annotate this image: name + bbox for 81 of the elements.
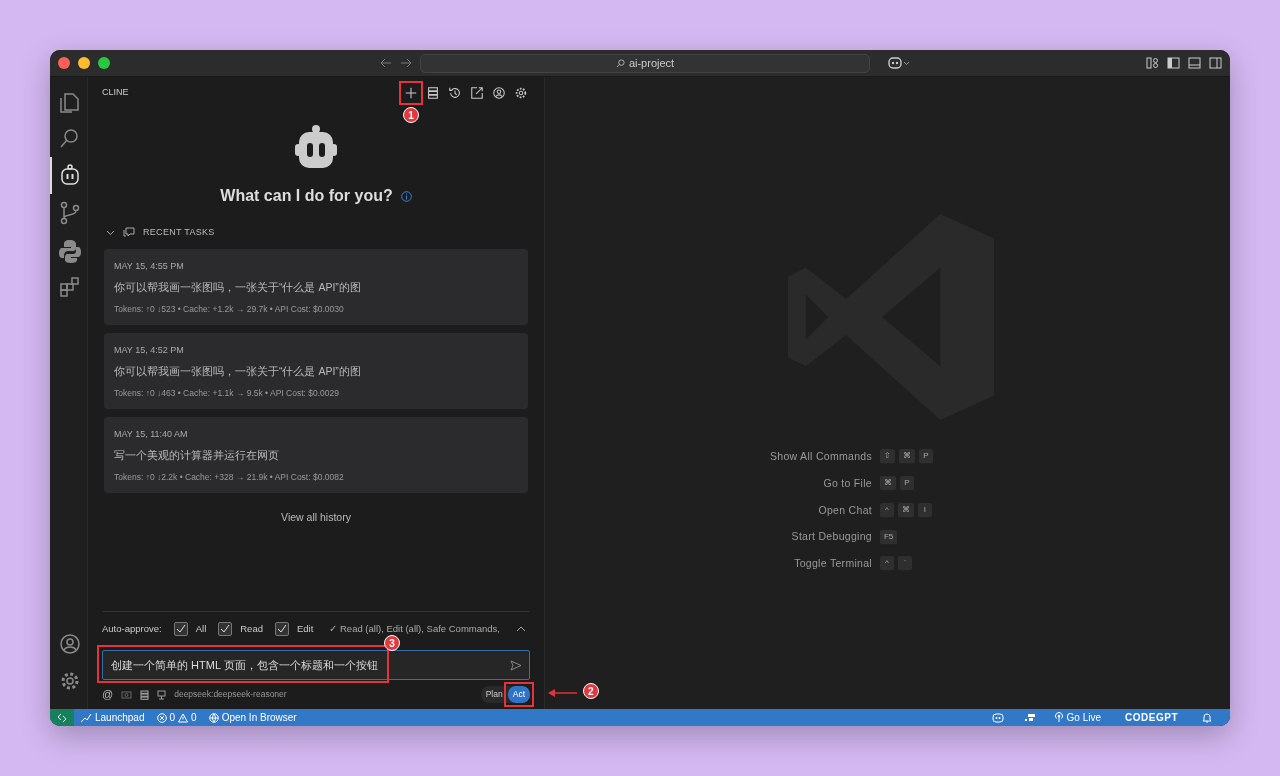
view-history-link[interactable]: View all history <box>281 510 351 523</box>
approved-summary: ✓ Read (all), Edit (all), Safe Commands, <box>329 622 500 636</box>
key-cap: F5 <box>880 529 898 545</box>
key-cap: ⌘ <box>880 476 896 492</box>
key-cap: I <box>918 502 932 518</box>
copilot-icon[interactable] <box>888 57 910 69</box>
task-date: MAY 15, 4:55 PM <box>114 259 185 273</box>
globe-icon <box>208 712 219 723</box>
key-cap: ^ <box>880 502 894 518</box>
back-icon[interactable] <box>380 58 392 68</box>
auto-approve-label: Auto-approve: <box>102 622 162 636</box>
shortcut-label: Start Debugging <box>790 529 872 545</box>
callout-badge: 1 <box>403 107 419 123</box>
task-stats: Tokens: ↑0 ↓463 • Cache: +1.1k → 9.5k • API Cost: $0.0029 <box>114 386 340 400</box>
task-stats: Tokens: ↑0 ↓2.2k • Cache: +328 → 21.9k • API Cost: $0.0082 <box>114 470 345 484</box>
sidebar-toggle-icon[interactable] <box>1167 57 1180 69</box>
error-icon <box>156 712 167 723</box>
panel-toggle-icon[interactable] <box>1188 57 1201 69</box>
task-date: MAY 15, 11:40 AM <box>114 427 189 441</box>
secondary-sidebar-icon[interactable] <box>1209 57 1222 69</box>
search-icon <box>615 58 625 68</box>
remote-icon <box>57 712 67 723</box>
checkbox-label: All <box>195 622 207 636</box>
checkbox[interactable] <box>274 622 289 637</box>
task-card[interactable]: MAY 15, 11:40 AM 写一个美观的计算器并运行在网页 Tokens: ↑0 ↓2.2k • Cache: +328 → 21.9k • API Cost: $0.0082 <box>104 416 528 493</box>
maximize-window-button[interactable] <box>98 57 110 69</box>
close-window-button[interactable] <box>58 57 70 69</box>
callout-arrow <box>547 689 578 698</box>
callout-badge: 2 <box>582 683 599 700</box>
checkbox-label: Read <box>240 622 263 636</box>
mode-toggle[interactable]: Plan <box>480 686 508 703</box>
remote-button[interactable] <box>50 709 74 726</box>
forward-icon[interactable] <box>400 58 412 68</box>
section-title: RECENT TASKS <box>143 226 215 239</box>
shortcut-label: Go to File <box>822 475 872 491</box>
key-cap: P <box>919 449 933 465</box>
welcome-heading: What can I do for you? <box>220 186 393 206</box>
key-cap: ⌘ <box>899 449 915 465</box>
key-cap: P <box>900 476 914 492</box>
task-card[interactable]: MAY 15, 4:55 PM 你可以帮我画一张图吗，一张关于“什么是 API”的图 Tokens: ↑0 ↓523 • Cache: +1.2k → 29.7k • API Cost: $0.0030 <box>104 248 528 325</box>
go-live-button[interactable]: Go Live <box>1047 710 1108 725</box>
chevron-icon[interactable] <box>106 228 115 238</box>
problems-button[interactable]: 0 0 <box>150 710 203 725</box>
model-selector[interactable]: deepseek:deepseek-reasoner <box>174 688 287 701</box>
warning-icon <box>178 712 189 723</box>
codegpt-button[interactable]: CODEGPT <box>1119 710 1184 725</box>
open-browser-button[interactable]: Open In Browser <box>202 710 303 725</box>
servers-icon[interactable] <box>140 689 150 700</box>
shortcut-label: Show All Commands <box>770 449 872 464</box>
key-cap: ` <box>898 556 912 572</box>
task-title: 你可以帮我画一张图吗，一张关于“什么是 API”的图 <box>114 364 362 379</box>
task-title: 写一个美观的计算器并运行在网页 <box>114 448 280 463</box>
panel-title: CLINE <box>102 86 129 100</box>
launchpad-button[interactable]: Launchpad <box>74 710 151 725</box>
info-icon[interactable] <box>400 190 412 202</box>
send-icon[interactable] <box>510 660 522 672</box>
chevron-icon[interactable] <box>516 625 526 634</box>
checkbox[interactable] <box>173 622 188 637</box>
shortcut-label: Toggle Terminal <box>793 556 872 571</box>
key-cap: ^ <box>880 556 894 572</box>
popout-button[interactable] <box>468 84 486 102</box>
minimize-window-button[interactable] <box>78 57 90 69</box>
broadcast-icon <box>1053 712 1064 723</box>
model-icon[interactable] <box>157 689 167 700</box>
task-date: MAY 15, 4:52 PM <box>114 343 185 357</box>
key-cap: ⇧ <box>880 449 895 465</box>
task-stats: Tokens: ↑0 ↓523 • Cache: +1.2k → 29.7k • API Cost: $0.0030 <box>114 302 345 316</box>
account-button[interactable] <box>490 84 508 102</box>
task-title: 你可以帮我画一张图吗，一张关于“什么是 API”的图 <box>114 280 362 295</box>
message-input[interactable]: 创建一个简单的 HTML 页面，包含一个标题和一个按钮 <box>102 650 530 681</box>
robot-icon <box>292 124 340 170</box>
mention-button[interactable]: @ <box>102 686 114 703</box>
chat-icon <box>123 227 135 239</box>
checkbox[interactable] <box>218 622 233 637</box>
layout-icon[interactable] <box>1146 57 1159 69</box>
command-search-field[interactable]: ai-project <box>420 53 870 73</box>
shortcut-label: Open Chat <box>817 502 872 518</box>
key-cap: ⌘ <box>898 502 914 518</box>
checkbox-label: Edit <box>296 622 314 636</box>
callout-badge: 3 <box>384 635 400 652</box>
task-card[interactable]: MAY 15, 4:52 PM 你可以帮我画一张图吗，一张关于“什么是 API”的图 Tokens: ↑0 ↓463 • Cache: +1.1k → 9.5k • API Cost: $0.0029 <box>104 332 528 409</box>
